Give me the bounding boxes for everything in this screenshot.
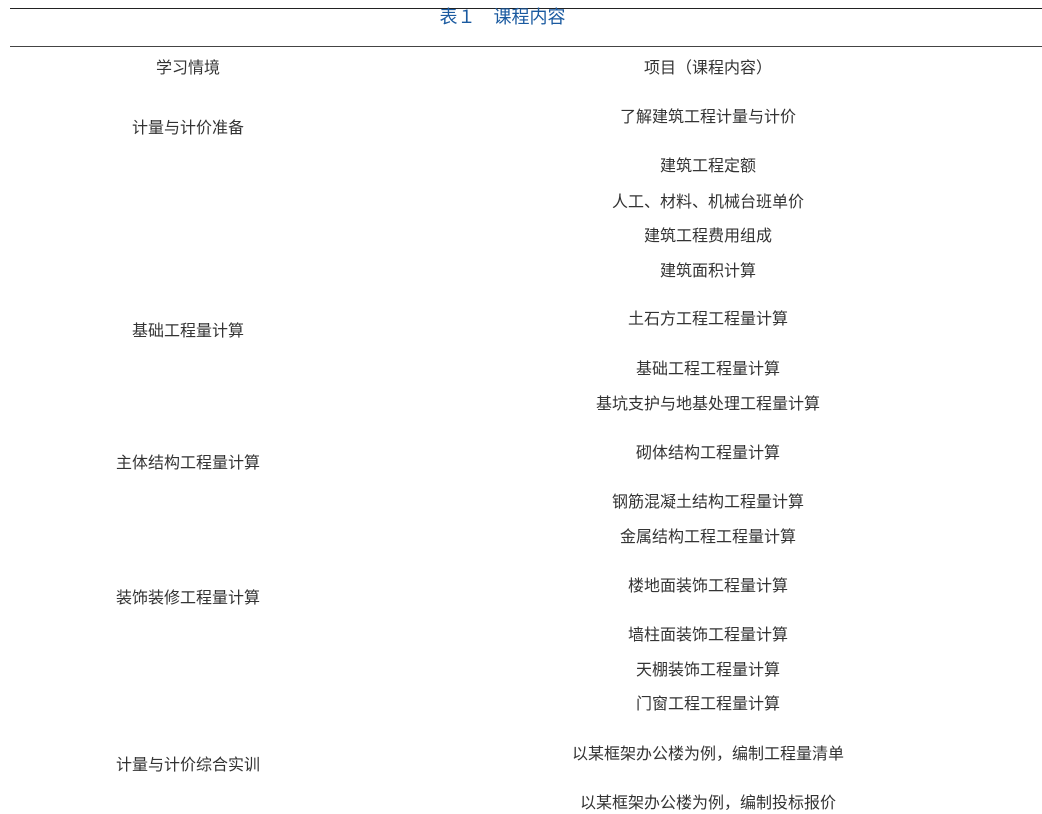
project-cell: 砌体结构工程量计算: [635, 443, 780, 462]
project-cell: 墙柱面装饰工程量计算: [627, 625, 788, 644]
project-cell: 了解建筑工程计量与计价: [619, 107, 796, 126]
project-cell: 建筑工程定额: [659, 156, 756, 175]
table-header-rule: [10, 46, 1042, 47]
project-cell: 土石方工程工程量计算: [627, 309, 788, 328]
project-cell: 建筑工程费用组成: [643, 226, 772, 245]
project-cell: 以某框架办公楼为例，编制工程量清单: [571, 744, 844, 763]
project-cell: 建筑面积计算: [659, 261, 756, 280]
situation-cell: 基础工程量计算: [131, 321, 244, 340]
project-cell: 金属结构工程工程量计算: [619, 527, 796, 546]
project-cell: 门窗工程工程量计算: [635, 694, 780, 713]
situation-cell: 装饰装修工程量计算: [115, 588, 260, 607]
project-cell: 人工、材料、机械台班单价: [611, 192, 804, 211]
project-cell: 天棚装饰工程量计算: [635, 660, 780, 679]
situation-cell: 计量与计价综合实训: [115, 755, 260, 774]
project-cell: 基坑支护与地基处理工程量计算: [595, 394, 820, 413]
project-cell: 以某框架办公楼为例，编制投标报价: [579, 793, 836, 812]
situation-cell: 主体结构工程量计算: [115, 453, 260, 472]
header-project: 项目（课程内容）: [643, 58, 772, 77]
project-cell: 楼地面装饰工程量计算: [627, 576, 788, 595]
project-cell: 基础工程工程量计算: [635, 359, 780, 378]
situation-cell: 计量与计价准备: [131, 118, 244, 137]
project-cell: 钢筋混凝土结构工程量计算: [611, 492, 804, 511]
header-situation: 学习情境: [155, 58, 220, 77]
table-caption: 表１ 课程内容: [439, 7, 566, 28]
